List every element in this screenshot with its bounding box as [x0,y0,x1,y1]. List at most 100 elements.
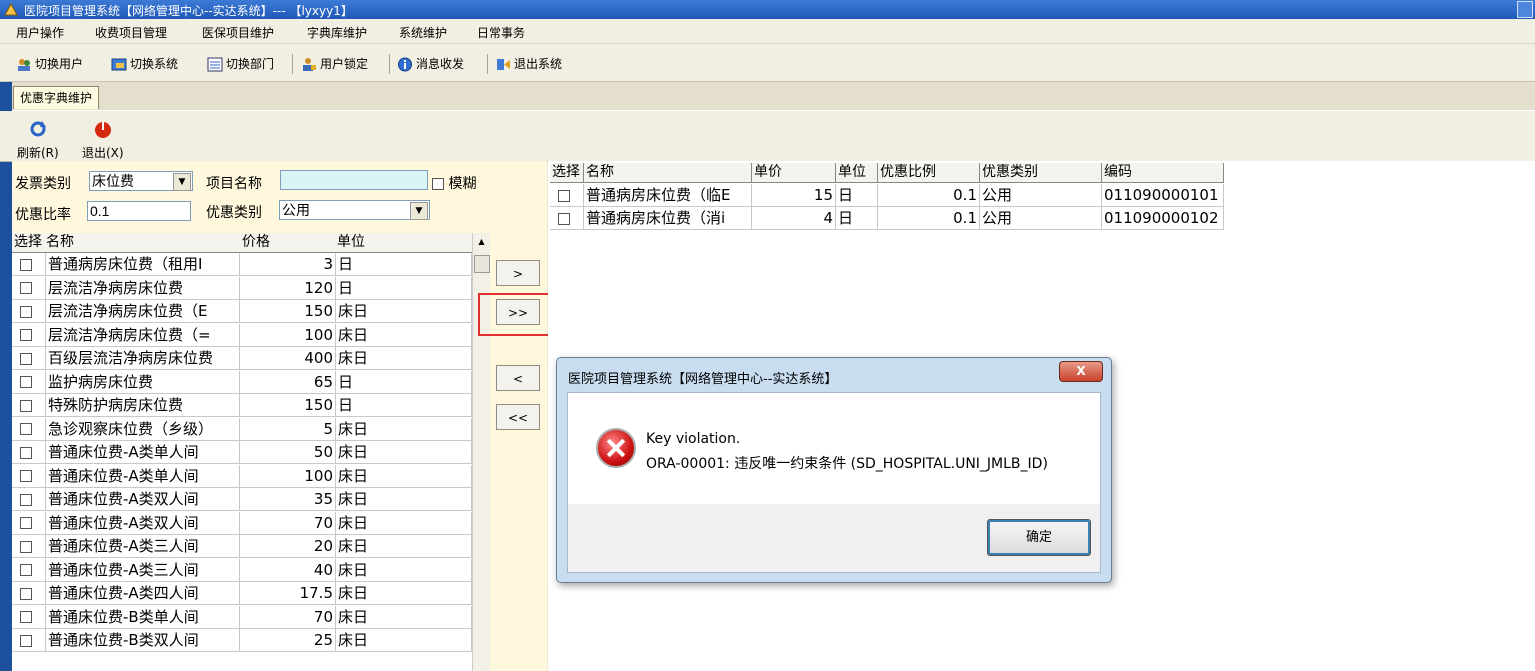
table-row[interactable]: 普通床位费-B类双人间 25 床日 [12,629,472,653]
item-name-input[interactable] [280,170,428,190]
fuzzy-check-box[interactable] [432,178,444,190]
invoice-type-value: 床位费 [92,174,134,190]
row-select-cell[interactable] [12,370,46,394]
row-select-cell[interactable] [12,300,46,323]
row-checkbox[interactable] [20,587,32,600]
scroll-up-icon[interactable]: ▲ [473,233,490,250]
error-icon [596,428,636,468]
chevron-down-icon[interactable]: ▼ [173,173,191,191]
row-select-cell[interactable] [12,394,46,417]
row-checkbox[interactable] [20,329,32,341]
row-select-cell[interactable] [12,605,46,629]
table-row[interactable]: 普通病房床位费（临E 15 日 0.1 公用 011090000101 [550,184,1224,208]
discount-type-select[interactable]: 公用 ▼ [279,200,430,220]
row-select-cell[interactable] [12,441,46,464]
row-checkbox[interactable] [20,282,32,294]
table-row[interactable]: 监护病房床位费 65 日 [12,370,472,395]
table-row[interactable]: 普通床位费-A类双人间 35 床日 [12,488,472,512]
row-select-cell[interactable] [12,276,46,300]
table-row[interactable]: 普通床位费-A类单人间 50 床日 [12,441,472,465]
fuzzy-checkbox[interactable]: 模糊 [432,173,476,193]
row-select-cell[interactable] [12,347,46,370]
row-checkbox[interactable] [20,376,32,388]
row-checkbox[interactable] [558,212,570,225]
row-checkbox[interactable] [20,470,32,482]
row-select-cell[interactable] [12,582,46,605]
row-checkbox[interactable] [20,352,32,365]
row-checkbox[interactable] [20,258,32,271]
scroll-thumb[interactable] [474,255,490,273]
row-select-cell[interactable] [12,558,46,582]
row-select-cell[interactable] [12,464,46,488]
row-select-cell[interactable] [550,207,584,230]
tab-discount-dictionary[interactable]: 优惠字典维护 [13,86,100,109]
row-name: 普通病房床位费（消i [584,207,752,230]
row-price: 70 [240,511,336,535]
table-row[interactable]: 普通床位费-B类单人间 70 床日 [12,605,472,630]
row-checkbox[interactable] [20,517,32,529]
lock-user-button[interactable]: 用户锁定 [301,55,368,73]
exit-label: 退出(X) [82,146,124,160]
lock-user-icon [303,58,316,71]
row-select-cell[interactable] [12,511,46,535]
window-control-button[interactable] [1517,1,1533,18]
invoice-type-select[interactable]: 床位费 ▼ [89,171,193,191]
menu-user-ops[interactable]: 用户操作 [16,24,64,41]
row-select-cell[interactable] [12,253,46,276]
table-row[interactable]: 特殊防护病房床位费 150 日 [12,394,472,418]
menu-daily[interactable]: 日常事务 [477,24,525,41]
table-row[interactable]: 普通病房床位费（租用I 3 日 [12,253,472,277]
menu-fee-items[interactable]: 收费项目管理 [95,24,167,41]
switch-user-button[interactable]: 切换用户 [16,55,83,73]
menu-insurance[interactable]: 医保项目维护 [202,24,274,41]
row-checkbox[interactable] [20,423,32,435]
table-row[interactable]: 急诊观察床位费（乡级） 5 床日 [12,417,472,442]
row-checkbox[interactable] [558,189,570,202]
refresh-button[interactable]: 刷新(R) [17,119,59,161]
row-select-cell[interactable] [12,417,46,441]
row-checkbox[interactable] [20,493,32,506]
row-select-cell[interactable] [12,629,46,652]
switch-system-button[interactable]: 切换系统 [111,55,178,73]
menu-dictionary[interactable]: 字典库维护 [307,24,367,41]
row-checkbox[interactable] [20,446,32,459]
table-row[interactable]: 层流洁净病房床位费（= 100 床日 [12,323,472,348]
exit-button[interactable]: 退出(X) [82,119,124,161]
table-row[interactable]: 百级层流洁净病房床位费 400 床日 [12,347,472,371]
table-row[interactable]: 普通床位费-A类三人间 40 床日 [12,558,472,583]
invoice-type-label: 发票类别 [15,176,71,192]
move-left-button[interactable]: < [496,365,540,391]
transfer-panel: > >> < << [490,161,547,671]
row-select-cell[interactable] [550,184,584,207]
table-row[interactable]: 普通病房床位费（消i 4 日 0.1 公用 011090000102 [550,207,1224,231]
table-row[interactable]: 普通床位费-A类单人间 100 床日 [12,464,472,489]
row-checkbox[interactable] [20,564,32,576]
row-type: 公用 [980,207,1102,230]
message-button[interactable]: 消息收发 [397,55,464,73]
move-all-left-button[interactable]: << [496,404,540,430]
switch-dept-button[interactable]: 切换部门 [207,55,274,73]
row-checkbox[interactable] [20,305,32,318]
table-row[interactable]: 层流洁净病房床位费（E 150 床日 [12,300,472,324]
row-select-cell[interactable] [12,323,46,347]
menu-system[interactable]: 系统维护 [399,24,447,41]
row-price: 20 [240,535,336,558]
row-checkbox[interactable] [20,399,32,412]
table-row[interactable]: 层流洁净病房床位费 120 日 [12,276,472,301]
move-right-button[interactable]: > [496,260,540,286]
close-button[interactable]: X [1059,361,1103,382]
chevron-down-icon[interactable]: ▼ [410,202,428,220]
table-row[interactable]: 普通床位费-A类四人间 17.5 床日 [12,582,472,606]
table-row[interactable]: 普通床位费-A类三人间 20 床日 [12,535,472,559]
row-price: 40 [240,558,336,582]
row-checkbox[interactable] [20,634,32,647]
exit-system-button[interactable]: 退出系统 [495,55,562,73]
row-checkbox[interactable] [20,540,32,553]
users-icon [18,59,30,71]
table-row[interactable]: 普通床位费-A类双人间 70 床日 [12,511,472,536]
row-select-cell[interactable] [12,535,46,558]
row-checkbox[interactable] [20,611,32,623]
discount-rate-input[interactable] [87,201,191,221]
row-select-cell[interactable] [12,488,46,511]
ok-button[interactable]: 确定 [987,519,1091,556]
